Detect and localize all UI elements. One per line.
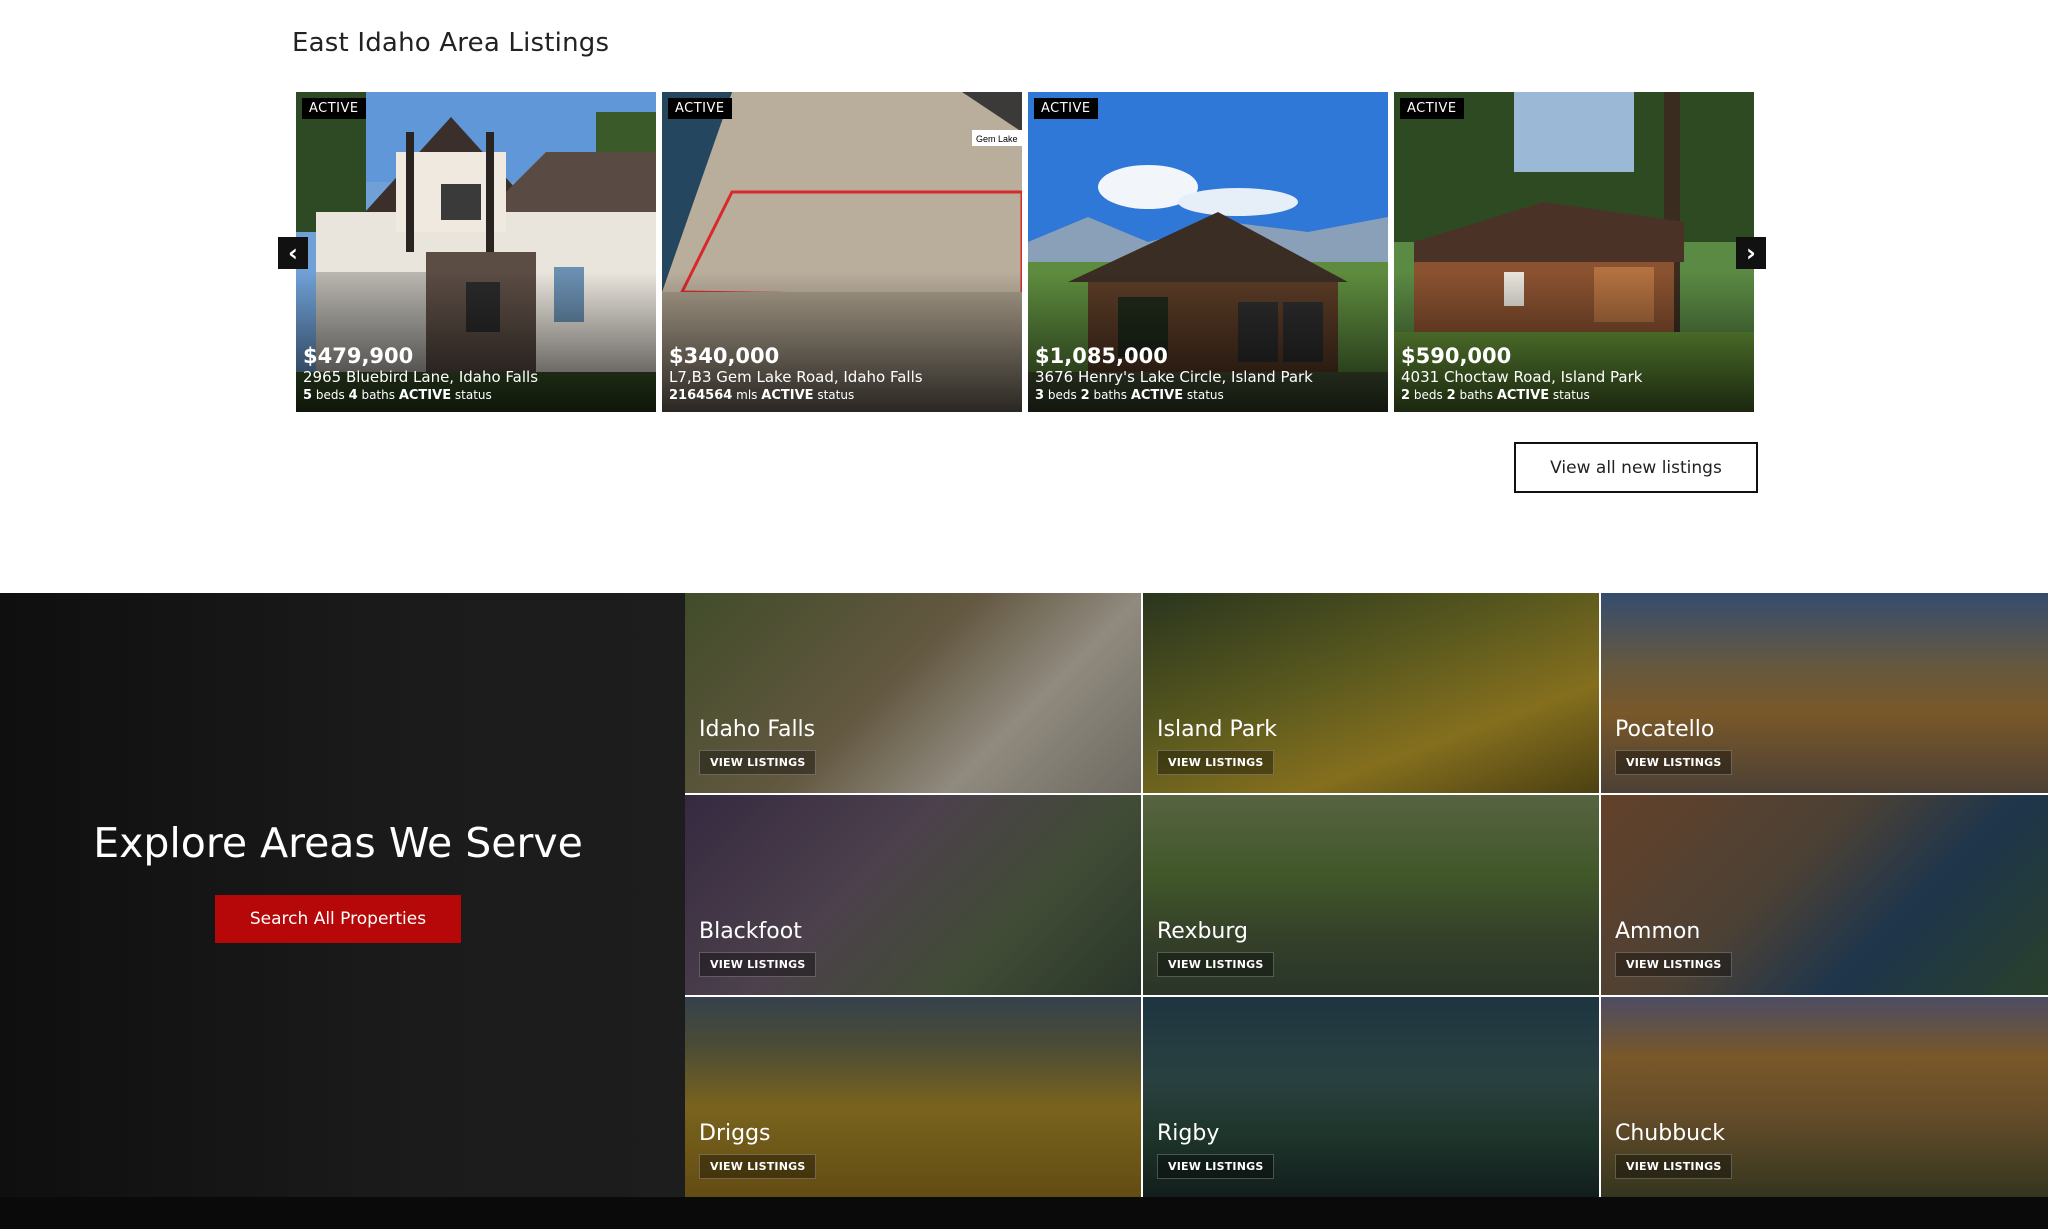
area-tile-rigby[interactable]: Rigby VIEW LISTINGS <box>1143 997 1599 1197</box>
area-name: Idaho Falls <box>699 717 816 742</box>
listing-info: $1,085,000 3676 Henry's Lake Circle, Isl… <box>1035 344 1313 404</box>
listing-meta: 2 beds 2 baths ACTIVE status <box>1401 387 1642 404</box>
listing-meta: 2164564 mls ACTIVE status <box>669 387 923 404</box>
listing-address: 2965 Bluebird Lane, Idaho Falls <box>303 368 539 386</box>
listing-card[interactable]: Gem Lake ACTIVE $340,000 L7,B3 Gem Lake … <box>662 92 1022 412</box>
area-name: Pocatello <box>1615 717 1715 742</box>
listing-price: $479,900 <box>303 344 414 368</box>
listing-card[interactable]: ACTIVE $1,085,000 3676 Henry's Lake Circ… <box>1028 92 1388 412</box>
beds-label: beds <box>315 388 345 402</box>
area-name: Rexburg <box>1157 919 1248 944</box>
listing-info: $340,000 L7,B3 Gem Lake Road, Idaho Fall… <box>669 344 923 404</box>
status-value: ACTIVE <box>398 388 452 403</box>
explore-section: Explore Areas We Serve Search All Proper… <box>0 593 2048 1197</box>
view-listings-button[interactable]: VIEW LISTINGS <box>1157 750 1275 775</box>
area-tile-island-park[interactable]: Island Park VIEW LISTINGS <box>1143 593 1599 793</box>
area-name: Island Park <box>1157 717 1277 742</box>
area-grid: Idaho Falls VIEW LISTINGS Island Park VI… <box>685 593 2048 1197</box>
baths-value: 4 <box>348 388 358 403</box>
listing-meta: 3 beds 2 baths ACTIVE status <box>1035 387 1313 404</box>
area-name: Driggs <box>699 1121 771 1146</box>
beds-value: 2 <box>1401 388 1411 403</box>
view-listings-button[interactable]: VIEW LISTINGS <box>1615 1154 1733 1179</box>
beds-label: beds <box>1047 388 1077 402</box>
explore-panel: Explore Areas We Serve Search All Proper… <box>0 593 685 1197</box>
area-name: Ammon <box>1615 919 1701 944</box>
listing-price: $1,085,000 <box>1035 344 1168 368</box>
status-label: status <box>1552 388 1590 402</box>
status-value: ACTIVE <box>1130 388 1184 403</box>
section-title: East Idaho Area Listings <box>292 28 610 58</box>
listing-info: $590,000 4031 Choctaw Road, Island Park … <box>1401 344 1642 404</box>
listing-card[interactable]: ACTIVE $590,000 4031 Choctaw Road, Islan… <box>1394 92 1754 412</box>
view-listings-button[interactable]: VIEW LISTINGS <box>1615 750 1733 775</box>
carousel-prev-button[interactable]: ‹ <box>278 237 308 269</box>
view-listings-button[interactable]: VIEW LISTINGS <box>699 952 817 977</box>
area-name: Rigby <box>1157 1121 1220 1146</box>
listings-carousel: ACTIVE $479,900 2965 Bluebird Lane, Idah… <box>278 90 1770 415</box>
status-value: ACTIVE <box>761 388 814 403</box>
status-badge: ACTIVE <box>302 98 366 119</box>
carousel-next-button[interactable]: › <box>1736 237 1766 269</box>
area-tile-rexburg[interactable]: Rexburg VIEW LISTINGS <box>1143 795 1599 995</box>
listing-address: 4031 Choctaw Road, Island Park <box>1401 368 1643 386</box>
explore-title: Explore Areas We Serve <box>93 819 583 867</box>
status-badge: ACTIVE <box>668 98 732 119</box>
listing-address: 3676 Henry's Lake Circle, Island Park <box>1035 368 1313 386</box>
status-label: status <box>1186 388 1224 402</box>
view-listings-button[interactable]: VIEW LISTINGS <box>1615 952 1733 977</box>
area-tile-driggs[interactable]: Driggs VIEW LISTINGS <box>685 997 1141 1197</box>
listing-price: $340,000 <box>669 344 780 368</box>
listing-card[interactable]: ACTIVE $479,900 2965 Bluebird Lane, Idah… <box>296 92 656 412</box>
status-badge: ACTIVE <box>1034 98 1098 119</box>
listing-cards: ACTIVE $479,900 2965 Bluebird Lane, Idah… <box>296 92 1754 412</box>
beds-value: 5 <box>303 388 313 403</box>
view-listings-button[interactable]: VIEW LISTINGS <box>1157 952 1275 977</box>
listing-info: $479,900 2965 Bluebird Lane, Idaho Falls… <box>303 344 538 404</box>
baths-label: baths <box>1459 388 1493 402</box>
status-label: status <box>454 388 492 402</box>
baths-value: 2 <box>1446 388 1456 403</box>
footer-bar <box>0 1197 2048 1229</box>
beds-value: 3 <box>1035 388 1045 403</box>
view-listings-button[interactable]: VIEW LISTINGS <box>699 750 817 775</box>
baths-label: baths <box>1093 388 1127 402</box>
view-listings-button[interactable]: VIEW LISTINGS <box>1157 1154 1275 1179</box>
area-tile-idaho-falls[interactable]: Idaho Falls VIEW LISTINGS <box>685 593 1141 793</box>
status-badge: ACTIVE <box>1400 98 1464 119</box>
baths-value: 2 <box>1080 388 1090 403</box>
listing-address: L7,B3 Gem Lake Road, Idaho Falls <box>669 368 923 386</box>
baths-label: baths <box>361 388 395 402</box>
listing-meta: 5 beds 4 baths ACTIVE status <box>303 387 538 404</box>
area-name: Blackfoot <box>699 919 802 944</box>
area-tile-blackfoot[interactable]: Blackfoot VIEW LISTINGS <box>685 795 1141 995</box>
mls-label: mls <box>736 388 758 402</box>
beds-label: beds <box>1413 388 1443 402</box>
area-tile-chubbuck[interactable]: Chubbuck VIEW LISTINGS <box>1601 997 2048 1197</box>
area-tile-pocatello[interactable]: Pocatello VIEW LISTINGS <box>1601 593 2048 793</box>
area-name: Chubbuck <box>1615 1121 1725 1146</box>
search-all-properties-button[interactable]: Search All Properties <box>215 895 461 943</box>
chevron-left-icon: ‹ <box>288 239 298 267</box>
chevron-right-icon: › <box>1746 239 1756 267</box>
mls-value: 2164564 <box>669 388 733 403</box>
photo-label: Gem Lake <box>976 134 1018 144</box>
status-value: ACTIVE <box>1496 388 1550 403</box>
view-all-listings-button[interactable]: View all new listings <box>1514 442 1758 493</box>
status-label: status <box>817 388 855 402</box>
listing-price: $590,000 <box>1401 344 1512 368</box>
area-tile-ammon[interactable]: Ammon VIEW LISTINGS <box>1601 795 2048 995</box>
view-listings-button[interactable]: VIEW LISTINGS <box>699 1154 817 1179</box>
